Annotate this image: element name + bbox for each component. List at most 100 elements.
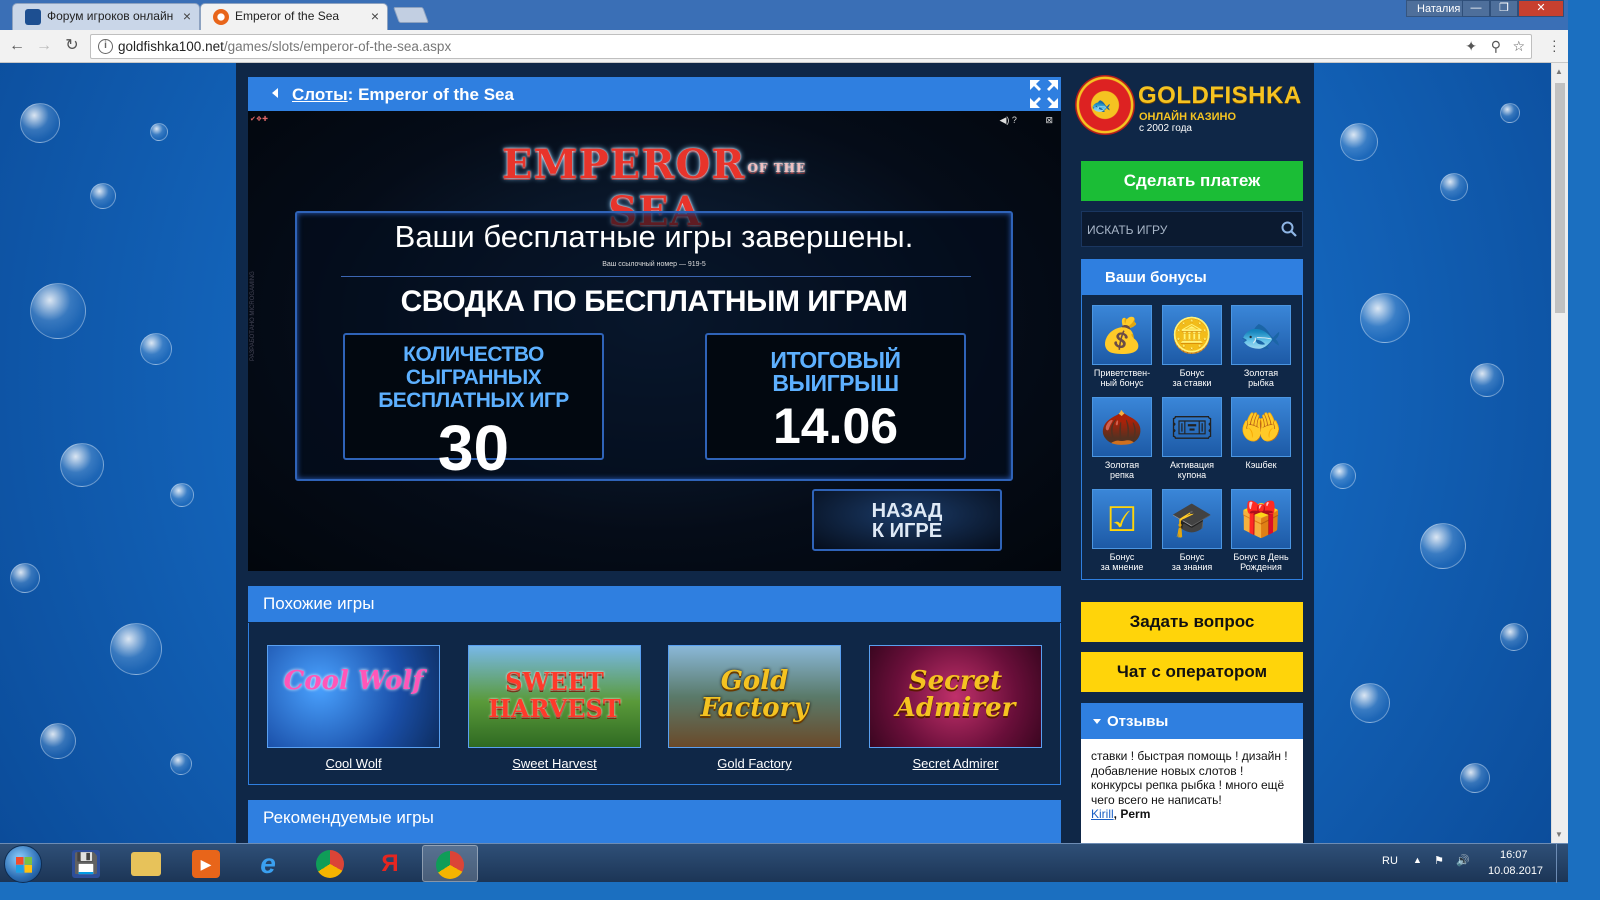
language-indicator[interactable]: RU [1382, 855, 1398, 867]
fullscreen-icon[interactable] [1027, 77, 1061, 111]
close-tab-icon[interactable]: × [183, 4, 191, 29]
taskbar-chrome-active[interactable] [422, 845, 478, 882]
game-thumbnail[interactable]: Gold Factory [668, 645, 841, 748]
search-input[interactable]: ИСКАТЬ ИГРУ [1087, 223, 1167, 237]
taskbar-chrome[interactable] [302, 845, 358, 882]
game-card-sweet-harvest[interactable]: SWEET HARVEST Sweet Harvest [468, 645, 641, 771]
goldfish-icon[interactable]: 🐟 [1231, 305, 1291, 365]
games-played-value: 30 [437, 412, 510, 484]
back-arrow-icon[interactable]: ← [6, 36, 28, 58]
bonus-welcome[interactable]: 💰 Приветствен-ный бонус [1092, 305, 1152, 388]
clock-date[interactable]: 10.08.2017 [1488, 865, 1543, 877]
volume-icon[interactable]: 🔊 [1456, 854, 1470, 867]
content-container: Слоты: Emperor of the Sea ✔❖✚ ◀) ? ⊠ РАЗ… [236, 63, 1314, 843]
forward-arrow-icon[interactable]: → [33, 36, 55, 58]
bubble [170, 753, 192, 775]
golden-turnip-icon[interactable]: 🌰 [1092, 397, 1152, 457]
taskbar-explorer[interactable] [118, 845, 174, 882]
game-card-cool-wolf[interactable]: Cool Wolf Cool Wolf [267, 645, 440, 771]
bookmark-star-icon[interactable]: ☆ [1512, 38, 1525, 55]
cashback-hand-icon[interactable]: 🤲 [1231, 397, 1291, 457]
game-link[interactable]: Sweet Harvest [468, 756, 641, 771]
back-to-game-button[interactable]: НАЗАД К ИГРЕ [812, 489, 1002, 551]
close-game-icon[interactable]: ⊠ [1045, 115, 1053, 125]
site-info-icon[interactable]: i [98, 39, 113, 54]
bonus-golden-turnip[interactable]: 🌰 Золотая репка [1092, 397, 1152, 480]
new-tab-button[interactable] [393, 7, 429, 23]
extension-icon[interactable]: ✦ [1465, 38, 1477, 55]
game-thumbnail[interactable]: Cool Wolf [267, 645, 440, 748]
review-author-link[interactable]: Kirill [1091, 807, 1114, 821]
graduation-cap-icon[interactable]: 🎓 [1162, 489, 1222, 549]
taskbar-save-app[interactable]: 💾 [58, 845, 114, 882]
chat-operator-button[interactable]: Чат с оператором [1081, 652, 1303, 692]
page-background: ▲ ▼ Слоты: Emperor of the Sea ✔❖✚ ◀) ? ⊠… [0, 63, 1568, 843]
game-card-gold-factory[interactable]: Gold Factory Gold Factory [668, 645, 841, 771]
checklist-icon[interactable]: ☑ [1092, 489, 1152, 549]
bubble [1340, 123, 1378, 161]
breadcrumb-slots-link[interactable]: Слоты [292, 85, 348, 104]
tray-expand-icon[interactable]: ▲ [1413, 855, 1422, 865]
bonus-bets[interactable]: 🪙 Бонус за ставки [1162, 305, 1222, 388]
reviews-heading[interactable]: Отзывы [1081, 703, 1303, 739]
goldfishka-logo[interactable]: 🐟 GOLDFISHKA ОНЛАЙН КАЗИНО с 2002 года [1075, 75, 1305, 135]
address-bar[interactable]: i goldfishka100.net/games/slots/emperor-… [90, 34, 1532, 59]
maximize-button[interactable]: ❐ [1490, 0, 1518, 17]
reload-icon[interactable]: ↻ [61, 36, 83, 58]
divider [341, 276, 971, 277]
tab-title: Emperor of the Sea [235, 9, 340, 23]
game-search[interactable]: ИСКАТЬ ИГРУ [1081, 211, 1303, 247]
browser-menu-icon[interactable]: · · · [1552, 33, 1558, 57]
taskbar-yandex[interactable]: Я [362, 845, 418, 882]
bubble [20, 103, 60, 143]
bonus-knowledge[interactable]: 🎓 Бонус за знания [1162, 489, 1222, 572]
page-title: Emperor of the Sea [358, 85, 514, 104]
total-win-box: ИТОГОВЫЙ ВЫИГРЫШ 14.06 [705, 333, 966, 460]
gift-icon[interactable]: 🎁 [1231, 489, 1291, 549]
back-triangle-icon[interactable] [272, 88, 278, 98]
money-bag-icon[interactable]: 💰 [1092, 305, 1152, 365]
clock-time[interactable]: 16:07 [1500, 849, 1528, 861]
game-card-secret-admirer[interactable]: Secret Admirer Secret Admirer [869, 645, 1042, 771]
bubble [1500, 623, 1528, 651]
make-payment-button[interactable]: Сделать платеж [1081, 161, 1303, 201]
windows-taskbar: 💾 ▶ e Я RU ▲ ⚑ 🔊 16:07 10.08.2017 [0, 843, 1568, 883]
tab-emperor-of-the-sea[interactable]: Emperor of the Sea × [200, 3, 388, 30]
search-icon[interactable] [1280, 220, 1298, 238]
bonus-opinion[interactable]: ☑ Бонус за мнение [1092, 489, 1152, 572]
game-link[interactable]: Secret Admirer [869, 756, 1042, 771]
tab-forum[interactable]: Форум игроков онлайн × [12, 3, 200, 30]
bonus-birthday[interactable]: 🎁 Бонус в День Рождения [1231, 489, 1291, 572]
taskbar-media-player[interactable]: ▶ [178, 845, 234, 882]
help-icon[interactable]: ? [1012, 115, 1017, 125]
ask-question-button[interactable]: Задать вопрос [1081, 602, 1303, 642]
minimize-button[interactable]: — [1462, 0, 1490, 17]
bonus-coupon[interactable]: 🎟 Активация купона [1162, 397, 1222, 480]
sound-icon[interactable]: ◀) [999, 115, 1009, 125]
review-city: , Perm [1113, 807, 1151, 821]
close-window-button[interactable]: ✕ [1518, 0, 1564, 17]
game-thumbnail[interactable]: SWEET HARVEST [468, 645, 641, 748]
url-text: goldfishka100.net/games/slots/emperor-of… [118, 39, 452, 54]
coupon-icon[interactable]: 🎟 [1162, 397, 1222, 457]
bonus-goldfish[interactable]: 🐟 Золотая рыбка [1231, 305, 1291, 388]
breadcrumb: Слоты: Emperor of the Sea [292, 85, 514, 104]
game-thumbnail[interactable]: Secret Admirer [869, 645, 1042, 748]
show-desktop-button[interactable] [1556, 844, 1568, 883]
page-scrollbar[interactable]: ▲ ▼ [1551, 63, 1568, 843]
forum-favicon-icon [25, 9, 41, 25]
game-frame[interactable]: ✔❖✚ ◀) ? ⊠ РАЗРАБОТАНО MICROGAMING EMPER… [248, 111, 1061, 571]
scrollbar-thumb[interactable] [1555, 83, 1565, 313]
taskbar-internet-explorer[interactable]: e [240, 845, 296, 882]
game-link[interactable]: Cool Wolf [267, 756, 440, 771]
scroll-up-icon[interactable]: ▲ [1555, 67, 1563, 76]
scroll-down-icon[interactable]: ▼ [1555, 830, 1563, 839]
coins-icon[interactable]: 🪙 [1162, 305, 1222, 365]
bubble [1500, 103, 1520, 123]
action-center-icon[interactable]: ⚑ [1434, 854, 1444, 867]
pin-icon[interactable]: ⚲ [1491, 38, 1501, 55]
close-tab-icon[interactable]: × [371, 4, 379, 29]
start-button[interactable] [4, 845, 42, 883]
game-link[interactable]: Gold Factory [668, 756, 841, 771]
bonus-cashback[interactable]: 🤲 Кэшбек [1231, 397, 1291, 470]
